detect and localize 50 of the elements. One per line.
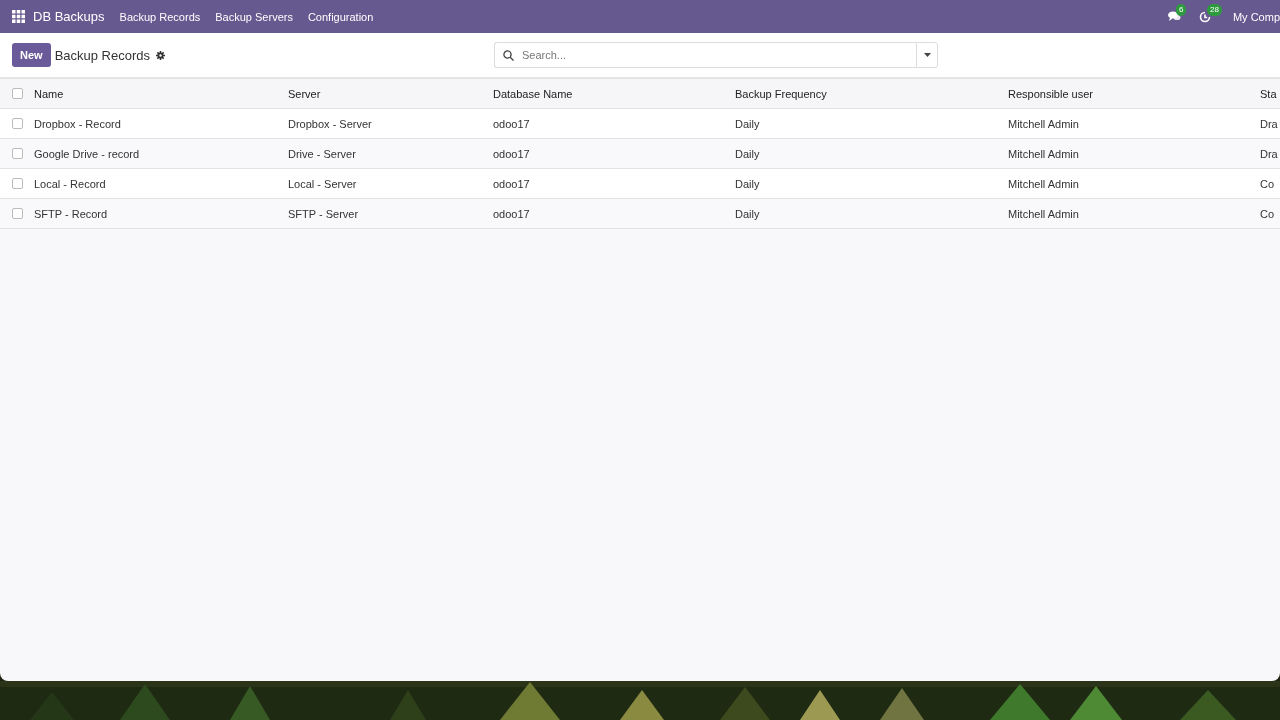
checkbox[interactable] bbox=[12, 178, 23, 189]
table-cell-text: Daily bbox=[735, 177, 761, 190]
search-field[interactable]: Search... bbox=[494, 42, 916, 68]
new-button[interactable]: New bbox=[12, 43, 51, 67]
column-header[interactable]: Sta bbox=[1260, 87, 1280, 100]
breadcrumb: Backup Records bbox=[54, 47, 150, 63]
table-cell-text: Local - Record bbox=[34, 177, 107, 190]
table-cell-text: Google Drive - record bbox=[34, 147, 141, 160]
table-cell-text: Mitchell Admin bbox=[1008, 207, 1080, 220]
table-cell-text: Dropbox - Server bbox=[288, 117, 373, 130]
column-header[interactable]: Name bbox=[34, 87, 288, 100]
table-cell-text: SFTP - Server bbox=[288, 207, 360, 220]
menu-item[interactable]: Backup Servers bbox=[215, 10, 293, 23]
column-header[interactable]: Server bbox=[288, 87, 493, 100]
table-cell-text: Co bbox=[1260, 177, 1276, 190]
table-cell-text: Dra bbox=[1260, 147, 1279, 160]
table-cell-text: Mitchell Admin bbox=[1008, 177, 1080, 190]
table-cell-text: Mitchell Admin bbox=[1008, 117, 1080, 130]
app-name[interactable]: DB Backups bbox=[33, 9, 105, 24]
checkbox[interactable] bbox=[12, 148, 23, 159]
table-cell-text: odoo17 bbox=[493, 207, 531, 220]
table-cell-text: Co bbox=[1260, 207, 1276, 220]
table-cell-text: Daily bbox=[735, 207, 761, 220]
company-name[interactable]: My Comp bbox=[1232, 10, 1280, 23]
column-header[interactable]: Database Name bbox=[493, 87, 735, 100]
count-badge: 28 bbox=[1206, 3, 1222, 16]
table-cell-text: SFTP - Record bbox=[34, 207, 109, 220]
table-cell-text: Dra bbox=[1260, 117, 1279, 130]
table-cell-text: Mitchell Admin bbox=[1008, 147, 1080, 160]
table-cell-text: Daily bbox=[735, 117, 761, 130]
menu-item[interactable]: Backup Records bbox=[119, 10, 201, 23]
count-badge: 6 bbox=[1175, 4, 1187, 16]
apps-icon[interactable] bbox=[12, 10, 25, 23]
table-cell-text: odoo17 bbox=[493, 147, 531, 160]
table-cell-text: Daily bbox=[735, 147, 761, 160]
table-cell-text: Drive - Server bbox=[288, 147, 357, 160]
menu-item[interactable]: Configuration bbox=[307, 10, 374, 23]
clock-icon[interactable] bbox=[1198, 10, 1211, 23]
column-header[interactable]: Backup Frequency bbox=[735, 87, 1008, 100]
checkbox[interactable] bbox=[12, 208, 23, 219]
dropdown-toggle[interactable] bbox=[916, 42, 938, 68]
table-cell-text: Local - Server bbox=[288, 177, 358, 190]
settings-icon[interactable] bbox=[156, 51, 165, 60]
column-header[interactable]: Responsible user bbox=[1008, 87, 1260, 100]
checkbox[interactable] bbox=[12, 88, 23, 99]
table-cell-text: Dropbox - Record bbox=[34, 117, 122, 130]
caret-icon bbox=[923, 53, 931, 57]
table-cell-text: odoo17 bbox=[493, 177, 531, 190]
checkbox[interactable] bbox=[12, 118, 23, 129]
table-cell-text: odoo17 bbox=[493, 117, 531, 130]
